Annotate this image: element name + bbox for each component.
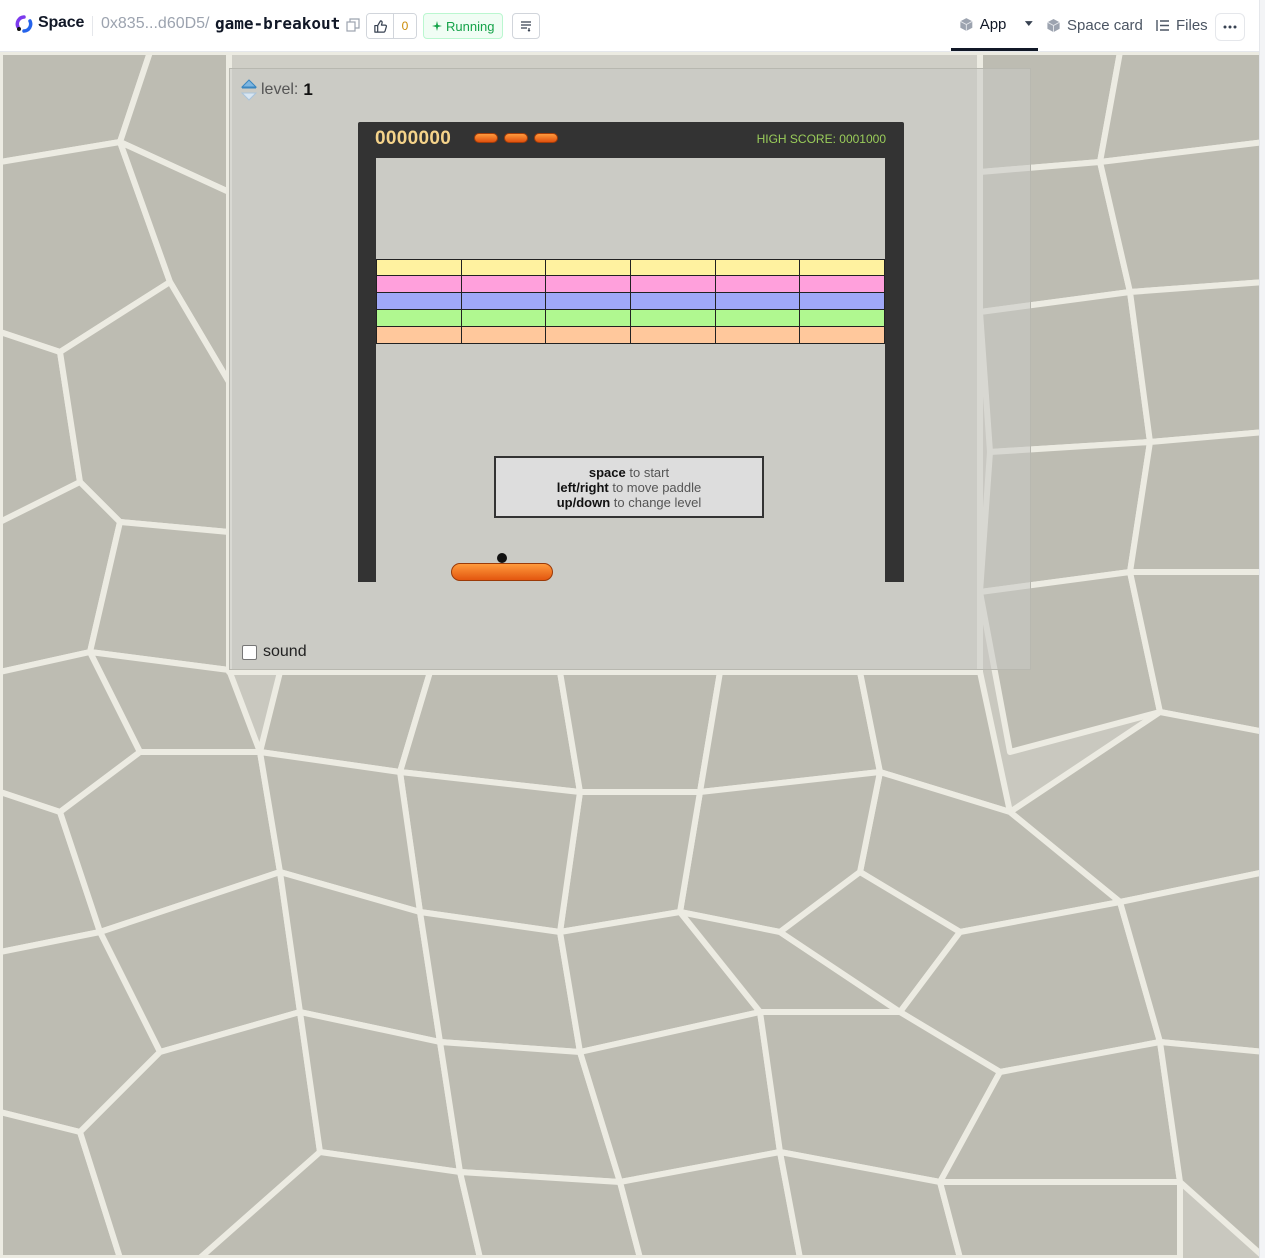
level-value: 1 bbox=[303, 80, 313, 99]
repo-name-link[interactable]: game-breakout bbox=[215, 14, 340, 33]
app-panel: level: 1 0000000 HIGH SCORE: 0001000 spa… bbox=[229, 68, 1031, 670]
brick bbox=[461, 293, 547, 310]
level-selector: level: 1 bbox=[240, 79, 313, 101]
help-line: space to start bbox=[589, 465, 669, 480]
sound-toggle[interactable]: sound bbox=[242, 643, 307, 661]
brick bbox=[376, 259, 462, 276]
brick-row bbox=[376, 276, 886, 293]
tab-app-label: App bbox=[979, 15, 1007, 33]
cube-icon bbox=[1047, 18, 1060, 33]
space-brand-link[interactable]: Space bbox=[38, 14, 84, 32]
help-panel: space to start left/right to move paddle u… bbox=[494, 456, 764, 518]
brick bbox=[461, 276, 547, 293]
brick bbox=[631, 327, 716, 344]
help-line: left/right to move paddle bbox=[557, 480, 702, 495]
brick bbox=[461, 259, 547, 276]
like-button-group: 0 bbox=[366, 13, 417, 39]
brick bbox=[715, 310, 801, 327]
ball bbox=[497, 553, 507, 563]
brick-row bbox=[376, 293, 886, 310]
cube-icon bbox=[960, 17, 973, 31]
brick bbox=[546, 259, 632, 276]
tab-files[interactable]: Files bbox=[1156, 0, 1208, 51]
brick bbox=[631, 276, 716, 293]
brick bbox=[715, 276, 801, 293]
logs-icon bbox=[521, 21, 531, 32]
tab-app[interactable]: App bbox=[951, 0, 1038, 51]
life-paddle-icon bbox=[504, 133, 528, 143]
tab-space-card[interactable]: Space card bbox=[1046, 0, 1143, 51]
more-options-button[interactable] bbox=[1215, 13, 1245, 41]
brick bbox=[800, 276, 886, 293]
high-score-display: HIGH SCORE: 0001000 bbox=[756, 132, 886, 146]
brick bbox=[715, 259, 801, 276]
page-scrollbar[interactable] bbox=[1259, 0, 1265, 1258]
brick bbox=[631, 293, 716, 310]
more-horizontal-icon bbox=[1223, 25, 1237, 29]
space-logo-icon[interactable] bbox=[15, 15, 33, 33]
chevron-down-icon[interactable] bbox=[1020, 19, 1038, 29]
help-text: to start bbox=[625, 464, 670, 480]
brick bbox=[546, 327, 632, 344]
level-label: level: bbox=[261, 81, 299, 98]
logs-button[interactable] bbox=[512, 13, 540, 39]
brick bbox=[800, 293, 886, 310]
top-navigation-bar: Space 0x835...d60D5 / game-breakout 0 Ru… bbox=[0, 0, 1259, 52]
brick bbox=[376, 293, 462, 310]
brick bbox=[376, 310, 462, 327]
help-key: space bbox=[588, 464, 626, 480]
brick bbox=[631, 310, 716, 327]
files-icon bbox=[1156, 20, 1169, 31]
brick bbox=[376, 327, 462, 344]
brick bbox=[715, 327, 801, 344]
top-wall bbox=[376, 156, 885, 158]
left-wall bbox=[358, 156, 376, 582]
brick bbox=[461, 327, 547, 344]
header-divider bbox=[92, 16, 93, 36]
brick bbox=[715, 293, 801, 310]
help-text: to change level bbox=[610, 494, 702, 510]
path-separator: / bbox=[205, 15, 210, 32]
brick bbox=[546, 293, 632, 310]
level-spinner-icon[interactable] bbox=[240, 79, 258, 101]
help-key: up/down bbox=[556, 494, 611, 510]
lives-indicator bbox=[474, 133, 558, 143]
brick-row bbox=[376, 327, 886, 344]
brick bbox=[546, 276, 632, 293]
brick bbox=[631, 259, 716, 276]
owner-link[interactable]: 0x835...d60D5 bbox=[101, 15, 205, 33]
like-count: 0 bbox=[394, 14, 416, 38]
brick-row bbox=[376, 310, 886, 327]
copy-icon[interactable] bbox=[346, 18, 360, 32]
life-paddle-icon bbox=[534, 133, 558, 143]
tab-space-card-label: Space card bbox=[1067, 17, 1143, 34]
help-line: up/down to change level bbox=[557, 495, 702, 510]
brick-field bbox=[376, 259, 886, 344]
brick bbox=[800, 259, 886, 276]
paddle bbox=[451, 563, 553, 581]
sound-checkbox[interactable] bbox=[242, 644, 257, 660]
brick bbox=[546, 310, 632, 327]
help-text: to move paddle bbox=[608, 479, 702, 495]
running-icon bbox=[432, 21, 442, 31]
brick-row bbox=[376, 259, 886, 276]
tab-files-label: Files bbox=[1176, 17, 1208, 34]
score-display: 0000000 bbox=[375, 128, 452, 149]
brick bbox=[461, 310, 547, 327]
status-badge: Running bbox=[423, 13, 504, 39]
right-wall bbox=[885, 156, 904, 582]
help-key: left/right bbox=[556, 479, 609, 495]
like-button[interactable] bbox=[367, 14, 394, 38]
life-paddle-icon bbox=[474, 133, 498, 143]
brick bbox=[376, 276, 462, 293]
game-hud: 0000000 HIGH SCORE: 0001000 bbox=[358, 122, 904, 156]
brick bbox=[800, 327, 886, 344]
game-board[interactable]: 0000000 HIGH SCORE: 0001000 space to sta… bbox=[358, 122, 904, 582]
status-text: Running bbox=[446, 18, 495, 34]
thumbs-up-icon bbox=[373, 19, 387, 33]
sound-label: sound bbox=[263, 643, 307, 660]
brick bbox=[800, 310, 886, 327]
